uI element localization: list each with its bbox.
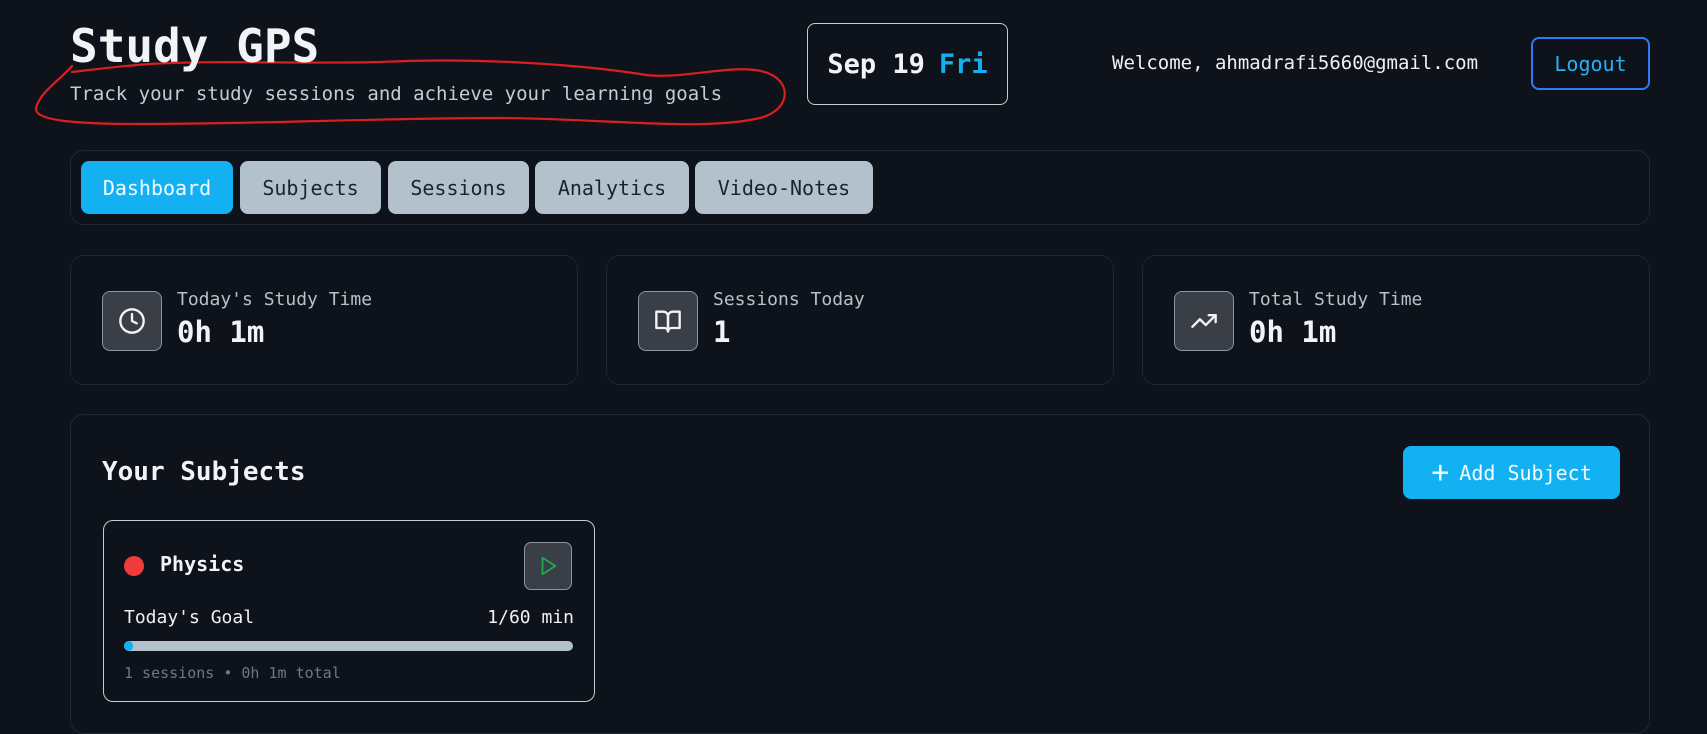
subjects-panel: Your Subjects + Add Subject Physics Toda…	[70, 414, 1650, 734]
clock-icon	[102, 291, 162, 351]
trending-up-icon	[1174, 291, 1234, 351]
stat-card-today-time: Today's Study Time 0h 1m	[70, 255, 578, 385]
subject-name: Physics	[160, 552, 245, 576]
subject-meta: 1 sessions • 0h 1m total	[124, 664, 341, 682]
add-subject-label: Add Subject	[1459, 460, 1592, 485]
stat-label: Total Study Time	[1249, 289, 1423, 310]
stat-value: 0h 1m	[177, 315, 265, 349]
date-month-day: Sep 19	[827, 48, 925, 80]
subject-card[interactable]: Physics Today's Goal 1/60 min 1 sessions…	[103, 520, 595, 702]
stat-label: Sessions Today	[713, 289, 865, 310]
tab-dashboard[interactable]: Dashboard	[81, 161, 233, 214]
plus-icon: +	[1431, 454, 1450, 490]
tab-sessions[interactable]: Sessions	[388, 161, 529, 214]
book-open-icon	[638, 291, 698, 351]
app-subtitle: Track your study sessions and achieve yo…	[70, 83, 723, 105]
goal-progress-bar	[124, 641, 573, 651]
start-session-button[interactable]	[524, 542, 572, 590]
app-header: Study GPS	[70, 18, 319, 74]
logout-button[interactable]: Logout	[1531, 37, 1650, 90]
app-title: Study GPS	[70, 19, 320, 73]
subjects-panel-title: Your Subjects	[102, 457, 306, 487]
play-icon	[541, 556, 557, 576]
goal-label: Today's Goal	[124, 607, 255, 628]
welcome-text: Welcome, ahmadrafi5660@gmail.com	[1112, 52, 1479, 74]
date-weekday: Fri	[938, 48, 988, 80]
stat-value: 0h 1m	[1249, 315, 1337, 349]
tab-subjects[interactable]: Subjects	[240, 161, 381, 214]
goal-value: 1/60 min	[487, 607, 574, 628]
subject-color-dot	[124, 556, 144, 576]
tab-bar: Dashboard Subjects Sessions Analytics Vi…	[70, 150, 1650, 225]
stat-label: Today's Study Time	[177, 289, 373, 310]
goal-progress-fill	[124, 641, 133, 651]
tab-video-notes[interactable]: Video-Notes	[695, 161, 873, 214]
stat-value: 1	[713, 315, 731, 349]
stat-card-sessions-today: Sessions Today 1	[606, 255, 1114, 385]
add-subject-button[interactable]: + Add Subject	[1403, 446, 1620, 499]
stat-card-total-time: Total Study Time 0h 1m	[1142, 255, 1650, 385]
tab-analytics[interactable]: Analytics	[535, 161, 689, 214]
date-display: Sep 19 Fri	[807, 23, 1008, 105]
